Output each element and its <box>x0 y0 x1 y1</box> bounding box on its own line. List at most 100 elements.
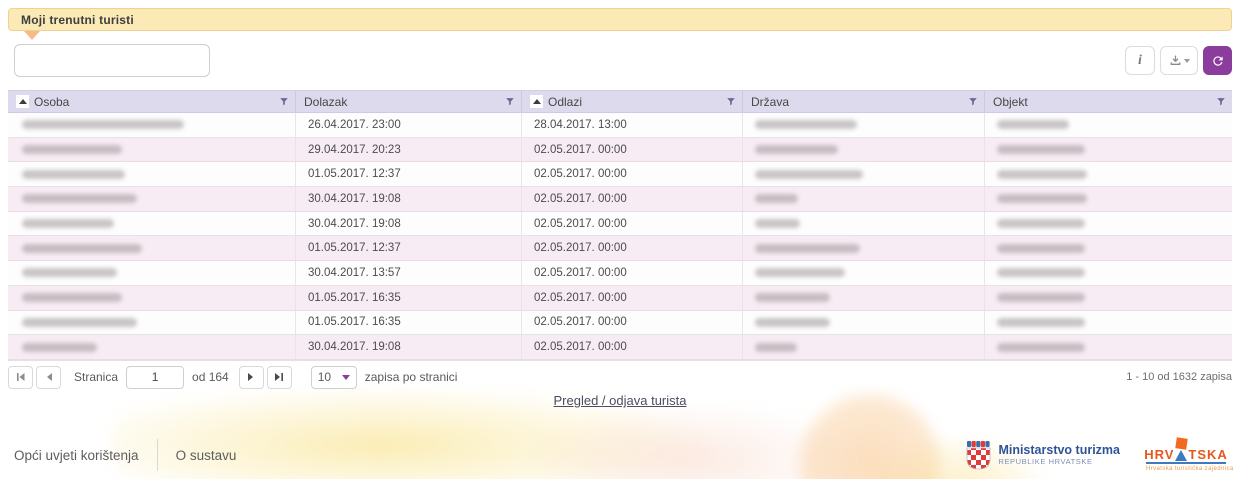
cell-drzava-link[interactable] <box>743 187 985 211</box>
page-size-label: zapisa po stranici <box>365 370 458 384</box>
column-header-objekt[interactable]: Objekt <box>985 91 1232 112</box>
page-number-input[interactable] <box>126 366 184 389</box>
table-body: 26.04.2017. 23:00 28.04.2017. 13:00 29.0… <box>8 113 1232 360</box>
cell-dolazak: 01.05.2017. 16:35 <box>296 286 522 310</box>
filter-icon[interactable] <box>1216 96 1226 107</box>
cell-drzava-link[interactable] <box>743 138 985 162</box>
cell-drzava-link[interactable] <box>743 236 985 260</box>
cell-odlazi: 28.04.2017. 13:00 <box>522 113 743 137</box>
cell-drzava-link[interactable] <box>743 286 985 310</box>
cell-odlazi: 02.05.2017. 00:00 <box>522 187 743 211</box>
redacted-country <box>755 170 863 179</box>
cell-dolazak: 01.05.2017. 16:35 <box>296 311 522 335</box>
cell-osoba-link[interactable] <box>8 335 296 359</box>
redacted-country <box>755 244 860 253</box>
cell-objekt-link[interactable] <box>985 311 1232 335</box>
redacted-object <box>997 219 1085 228</box>
redacted-object <box>997 268 1085 277</box>
cell-drzava-link[interactable] <box>743 162 985 186</box>
cell-drzava-link[interactable] <box>743 212 985 236</box>
cell-drzava-link[interactable] <box>743 311 985 335</box>
cell-odlazi: 02.05.2017. 00:00 <box>522 162 743 186</box>
table-row[interactable]: 30.04.2017. 19:08 02.05.2017. 00:00 <box>8 187 1232 212</box>
review-checkout-tourists-link[interactable]: Pregled / odjava turista <box>554 393 687 408</box>
cell-objekt-link[interactable] <box>985 212 1232 236</box>
cell-osoba-link[interactable] <box>8 286 296 310</box>
chevron-down-icon <box>1184 59 1190 63</box>
terms-of-use-link[interactable]: Opći uvjeti korištenja <box>14 448 139 463</box>
cell-osoba-link[interactable] <box>8 138 296 162</box>
cell-osoba-link[interactable] <box>8 187 296 211</box>
page: Moji trenutni turisti i <box>0 0 1240 479</box>
last-page-button[interactable] <box>267 366 292 389</box>
info-icon: i <box>1138 53 1142 69</box>
htz-tagline: Hrvatska turistička zajednica <box>1146 466 1226 472</box>
cell-objekt-link[interactable] <box>985 138 1232 162</box>
croatian-coat-of-arms-icon <box>966 440 991 470</box>
redacted-name <box>22 170 125 179</box>
refresh-icon <box>1211 54 1225 68</box>
cell-odlazi: 02.05.2017. 00:00 <box>522 236 743 260</box>
previous-page-button[interactable] <box>36 366 61 389</box>
table-row[interactable]: 29.04.2017. 20:23 02.05.2017. 00:00 <box>8 138 1232 163</box>
next-page-button[interactable] <box>239 366 264 389</box>
redacted-country <box>755 145 838 154</box>
cell-drzava-link[interactable] <box>743 113 985 137</box>
filter-icon[interactable] <box>968 96 978 107</box>
table-row[interactable]: 26.04.2017. 23:00 28.04.2017. 13:00 <box>8 113 1232 138</box>
cell-odlazi: 02.05.2017. 00:00 <box>522 261 743 285</box>
table-row[interactable]: 30.04.2017. 19:08 02.05.2017. 00:00 <box>8 335 1232 360</box>
filter-icon[interactable] <box>726 96 736 107</box>
table-row[interactable]: 01.05.2017. 12:37 02.05.2017. 00:00 <box>8 236 1232 261</box>
cell-objekt-link[interactable] <box>985 162 1232 186</box>
first-page-button[interactable] <box>8 366 33 389</box>
redacted-object <box>997 120 1069 129</box>
cell-objekt-link[interactable] <box>985 113 1232 137</box>
cell-dolazak: 29.04.2017. 20:23 <box>296 138 522 162</box>
cell-osoba-link[interactable] <box>8 162 296 186</box>
column-header-osoba[interactable]: Osoba <box>8 91 296 112</box>
about-system-link[interactable]: O sustavu <box>176 448 237 463</box>
page-size-select[interactable]: 10 <box>311 366 357 389</box>
cell-osoba-link[interactable] <box>8 236 296 260</box>
refresh-button[interactable] <box>1203 46 1232 75</box>
cell-osoba-link[interactable] <box>8 311 296 335</box>
filter-icon[interactable] <box>279 96 289 107</box>
table-header-row: Osoba Dolazak Odlazi <box>8 90 1232 113</box>
cell-osoba-link[interactable] <box>8 113 296 137</box>
cell-dolazak: 30.04.2017. 19:08 <box>296 187 522 211</box>
cell-odlazi: 02.05.2017. 00:00 <box>522 138 743 162</box>
htz-triangle-a-icon <box>1175 450 1187 461</box>
cell-drzava-link[interactable] <box>743 335 985 359</box>
cell-objekt-link[interactable] <box>985 286 1232 310</box>
cell-objekt-link[interactable] <box>985 187 1232 211</box>
cell-drzava-link[interactable] <box>743 261 985 285</box>
redacted-name <box>22 244 142 253</box>
info-button[interactable]: i <box>1125 46 1155 75</box>
table-row[interactable]: 01.05.2017. 16:35 02.05.2017. 00:00 <box>8 311 1232 336</box>
redacted-name <box>22 194 137 203</box>
cell-dolazak: 30.04.2017. 19:08 <box>296 335 522 359</box>
table-row[interactable]: 30.04.2017. 13:57 02.05.2017. 00:00 <box>8 261 1232 286</box>
table-row[interactable]: 01.05.2017. 16:35 02.05.2017. 00:00 <box>8 286 1232 311</box>
croatia-tourist-board-logo: HRV TSKA Hrvatska turistička zajednica <box>1146 438 1226 472</box>
chevron-down-icon <box>342 375 350 380</box>
htz-square-icon <box>1175 437 1187 449</box>
filter-icon[interactable] <box>505 96 515 107</box>
table-row[interactable]: 01.05.2017. 12:37 02.05.2017. 00:00 <box>8 162 1232 187</box>
search-input[interactable] <box>14 44 210 77</box>
redacted-name <box>22 145 122 154</box>
cell-objekt-link[interactable] <box>985 335 1232 359</box>
column-header-drzava[interactable]: Država <box>743 91 985 112</box>
redacted-object <box>997 170 1087 179</box>
redacted-name <box>22 318 137 327</box>
export-button[interactable] <box>1160 46 1198 75</box>
download-icon <box>1169 54 1182 67</box>
column-header-dolazak[interactable]: Dolazak <box>296 91 522 112</box>
column-header-odlazi[interactable]: Odlazi <box>522 91 743 112</box>
cell-objekt-link[interactable] <box>985 236 1232 260</box>
table-row[interactable]: 30.04.2017. 19:08 02.05.2017. 00:00 <box>8 212 1232 237</box>
cell-osoba-link[interactable] <box>8 261 296 285</box>
cell-objekt-link[interactable] <box>985 261 1232 285</box>
cell-osoba-link[interactable] <box>8 212 296 236</box>
